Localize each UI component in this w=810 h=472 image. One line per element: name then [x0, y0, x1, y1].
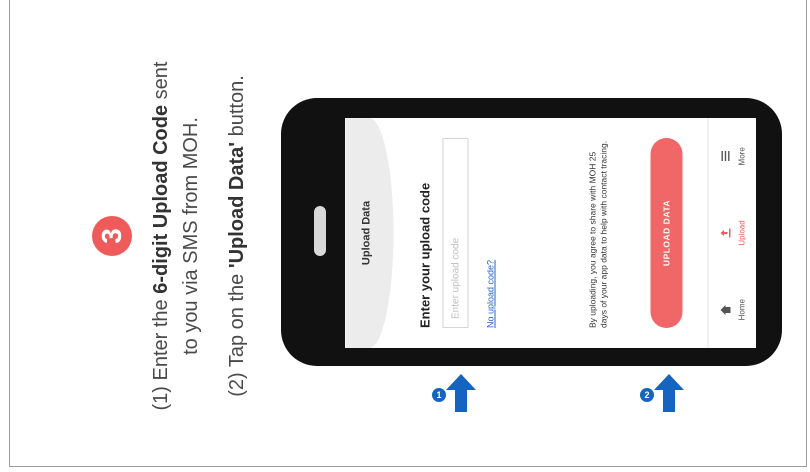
pointer-2-number: 2 [640, 388, 654, 402]
nav-more[interactable]: More [708, 118, 756, 195]
instruction-line-2: to you via SMS from MOH. [180, 117, 202, 355]
upload-icon [719, 227, 734, 239]
nav-home[interactable]: Home [708, 271, 756, 348]
instruction-line-1: (1) Enter the 6-digit Upload Code sent [150, 61, 172, 411]
arrow-up-icon [654, 374, 684, 412]
home-icon [719, 304, 734, 316]
phone-screen: Upload Data Enter your upload code No up… [345, 118, 756, 348]
pointer-2: 2 [640, 374, 690, 414]
step-number-badge: 3 [92, 216, 132, 256]
instruction-line-3: (2) Tap on the 'Upload Data' button. [226, 75, 248, 397]
nav-upload[interactable]: Upload [708, 195, 756, 272]
upload-code-input[interactable] [442, 138, 468, 328]
pointer-1: 1 [432, 374, 482, 414]
no-upload-code-link[interactable]: No upload code? [485, 260, 495, 328]
upload-code-heading: Enter your upload code [417, 182, 432, 328]
instructions: 3 (1) Enter the 6-digit Upload Code sent… [92, 16, 272, 456]
bottom-nav: Home Upload More [707, 118, 756, 348]
pointer-1-number: 1 [432, 388, 446, 402]
upload-data-button[interactable]: UPLOAD DATA [650, 138, 682, 328]
phone-speaker [314, 206, 326, 256]
app-header: Upload Data [345, 118, 393, 348]
menu-icon [719, 150, 734, 162]
screen-title: Upload Data [360, 200, 372, 266]
upload-screen: Upload Data Enter your upload code No up… [345, 118, 756, 348]
upload-data-emphasis: 'Upload Data' [226, 141, 248, 269]
phone-mockup: Upload Data Enter your upload code No up… [281, 98, 782, 366]
consent-text: By uploading, you agree to share with MO… [587, 140, 608, 328]
arrow-up-icon [446, 374, 476, 412]
upload-code-emphasis: 6-digit Upload Code [150, 104, 172, 294]
